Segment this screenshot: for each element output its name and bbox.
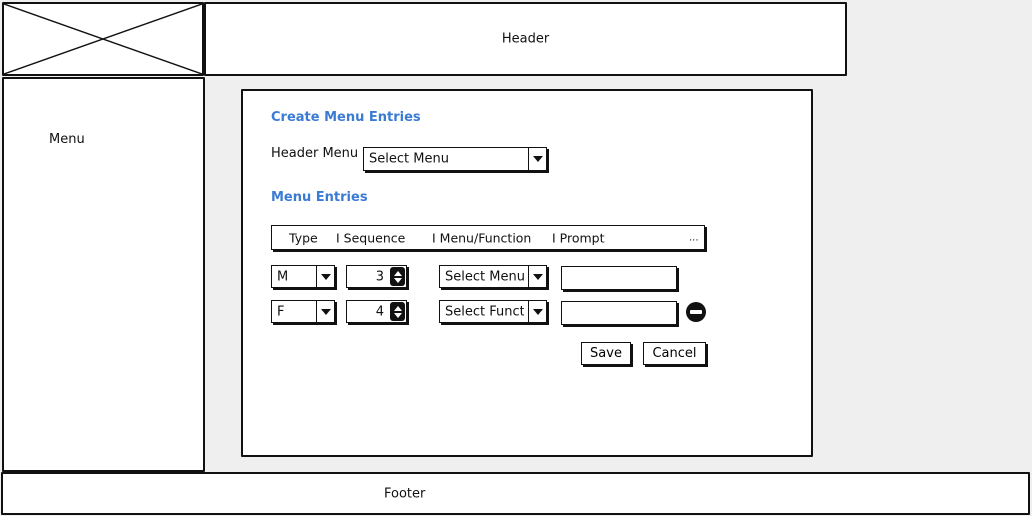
row1-type-select[interactable]: M <box>271 265 335 288</box>
cancel-button[interactable]: Cancel <box>643 342 706 365</box>
spinner-icon[interactable] <box>390 267 405 286</box>
spinner-icon[interactable] <box>390 302 405 321</box>
chevron-down-icon[interactable] <box>316 266 334 287</box>
logo-placeholder <box>2 2 204 76</box>
page: Header Menu Create Menu Entries Header M… <box>0 0 1032 516</box>
column-prompt: I Prompt <box>552 230 605 245</box>
column-sequence: I Sequence <box>336 230 406 245</box>
chevron-down-icon[interactable] <box>316 301 334 322</box>
column-menu-function: I Menu/Function <box>432 230 532 245</box>
row2-menu-function-select[interactable]: Select Functic <box>439 300 547 323</box>
row2-menu-function-value: Select Functic <box>445 304 524 319</box>
footer-region: Footer <box>1 472 1030 515</box>
footer-label: Footer <box>384 486 426 501</box>
row2-prompt-input[interactable] <box>561 301 677 325</box>
row2-type-value: F <box>277 304 285 319</box>
column-type: Type <box>289 230 318 245</box>
header-menu-select-value: Select Menu <box>369 151 449 167</box>
row2-type-select[interactable]: F <box>271 300 335 323</box>
save-button[interactable]: Save <box>581 342 631 365</box>
image-placeholder-icon <box>4 4 202 74</box>
column-more: ... <box>689 232 699 243</box>
menu-label: Menu <box>49 132 85 147</box>
entries-table-header: Type I Sequence I Menu/Function I Prompt… <box>271 225 705 250</box>
header-menu-select[interactable]: Select Menu <box>363 147 547 171</box>
row2-sequence-stepper[interactable]: 4 <box>346 300 407 323</box>
main-panel: Create Menu Entries Header Menu Select M… <box>241 89 813 457</box>
row1-sequence-value: 3 <box>375 269 384 284</box>
header-menu-label: Header Menu <box>271 146 359 161</box>
create-menu-entries-title: Create Menu Entries <box>271 110 421 125</box>
row1-menu-function-select[interactable]: Select Menu <box>439 265 547 288</box>
row2-sequence-value: 4 <box>375 304 384 319</box>
header-label: Header <box>501 31 550 47</box>
row1-prompt-input[interactable] <box>561 266 677 290</box>
menu-region: Menu <box>2 77 205 472</box>
menu-entries-title: Menu Entries <box>271 190 368 205</box>
header-region: Header <box>204 2 847 76</box>
chevron-down-icon[interactable] <box>528 301 546 322</box>
remove-row-icon[interactable] <box>686 302 706 322</box>
row1-sequence-stepper[interactable]: 3 <box>346 265 407 288</box>
chevron-down-icon[interactable] <box>528 148 546 170</box>
chevron-down-icon[interactable] <box>528 266 546 287</box>
row1-menu-function-value: Select Menu <box>445 269 524 284</box>
row1-type-value: M <box>277 269 289 284</box>
